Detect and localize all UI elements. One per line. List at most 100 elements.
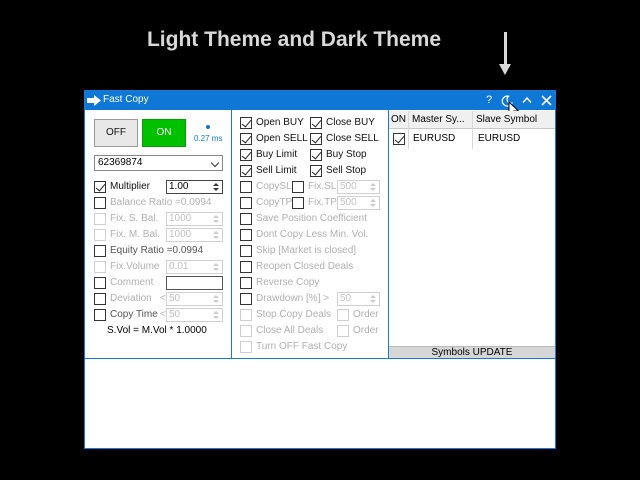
help-button[interactable]: ? xyxy=(481,93,497,108)
buy-limit-checkbox[interactable] xyxy=(240,149,252,161)
arrow-head xyxy=(499,64,511,75)
latency-readout: 0.27 ms xyxy=(194,134,223,143)
close-sell-checkbox[interactable] xyxy=(310,133,322,145)
spinner-arrows-icon[interactable] xyxy=(370,199,377,208)
sell-stop-checkbox[interactable] xyxy=(310,165,322,177)
drawdown-label: Drawdown [%] > xyxy=(256,293,330,304)
fix-sl-checkbox[interactable] xyxy=(292,181,304,193)
reverse-copy-label: Reverse Copy xyxy=(256,277,320,288)
buy-stop-checkbox[interactable] xyxy=(310,149,322,161)
comment-label: Comment xyxy=(110,277,154,288)
spinner-arrows-icon[interactable] xyxy=(213,231,220,240)
drawdown-checkbox[interactable] xyxy=(240,293,252,305)
comment-input[interactable] xyxy=(166,276,223,290)
multiplier-value: 1.00 xyxy=(169,181,189,192)
spinner-arrows-icon[interactable] xyxy=(213,183,220,192)
spinner-arrows-icon[interactable] xyxy=(370,183,377,192)
fix-s-bal-label: Fix. S. Bal. xyxy=(110,213,159,224)
equity-ratio-checkbox[interactable] xyxy=(94,245,106,257)
skip-market-closed-checkbox[interactable] xyxy=(240,245,252,257)
dont-copy-less-checkbox[interactable] xyxy=(240,229,252,241)
close-icon xyxy=(540,95,552,106)
copy-time-input[interactable]: 50 xyxy=(166,308,223,322)
volume-formula: S.Vol = M.Vol * 1.0000 xyxy=(107,325,207,336)
multiplier-input[interactable]: 1.00 xyxy=(166,180,223,194)
sell-limit-label: Sell Limit xyxy=(256,165,297,176)
open-sell-checkbox[interactable] xyxy=(240,133,252,145)
deviation-input[interactable]: 50 xyxy=(166,292,223,306)
fix-m-bal-label: Fix. M. Bal. xyxy=(110,229,161,240)
spinner-arrows-icon[interactable] xyxy=(213,215,220,224)
fix-tp-value: 500 xyxy=(340,197,357,208)
stop-copy-deals-label: Stop Copy Deals xyxy=(256,309,332,320)
header-on: ON xyxy=(391,114,406,125)
copy-time-checkbox[interactable] xyxy=(94,309,106,321)
symbols-update-button[interactable]: Symbols UPDATE xyxy=(389,346,555,358)
divider-right xyxy=(388,110,389,359)
fix-s-bal-checkbox[interactable] xyxy=(94,213,106,225)
copy-time-value: 50 xyxy=(169,309,181,320)
caption: Light Theme and Dark Theme xyxy=(146,28,442,51)
column-divider xyxy=(472,111,473,149)
chevron-up-icon xyxy=(522,96,532,103)
fix-sl-label: Fix.SL xyxy=(308,181,337,192)
open-buy-label: Open BUY xyxy=(256,117,304,128)
fix-s-bal-input[interactable]: 1000 xyxy=(166,212,223,226)
row-on-checkbox[interactable] xyxy=(393,133,405,145)
fix-sl-input[interactable]: 500 xyxy=(337,180,380,194)
drawdown-input[interactable]: 50 xyxy=(337,292,380,306)
turn-off-label: Turn OFF Fast Copy xyxy=(256,341,348,352)
turn-off-checkbox[interactable] xyxy=(240,341,252,353)
drawdown-value: 50 xyxy=(340,293,352,304)
copy-tp-checkbox[interactable] xyxy=(240,197,252,209)
header-slave-symbol: Slave Symbol xyxy=(476,114,538,125)
sell-limit-checkbox[interactable] xyxy=(240,165,252,177)
off-button[interactable]: OFF xyxy=(94,119,138,147)
fix-volume-checkbox[interactable] xyxy=(94,261,106,273)
spinner-arrows-icon[interactable] xyxy=(213,263,220,272)
order-checkbox-1[interactable] xyxy=(337,309,349,321)
log-area xyxy=(85,359,555,448)
close-buy-checkbox[interactable] xyxy=(310,117,322,129)
save-position-coefficient-checkbox[interactable] xyxy=(240,213,252,225)
sell-stop-label: Sell Stop xyxy=(326,165,367,176)
close-all-deals-checkbox[interactable] xyxy=(240,325,252,337)
fix-tp-input[interactable]: 500 xyxy=(337,196,380,210)
comment-checkbox[interactable] xyxy=(94,277,106,289)
multiplier-label: Multiplier xyxy=(110,181,151,192)
equity-ratio-label: Equity Ratio =0.0994 xyxy=(110,245,204,256)
copy-sl-checkbox[interactable] xyxy=(240,181,252,193)
fix-tp-checkbox[interactable] xyxy=(292,197,304,209)
multiplier-checkbox[interactable] xyxy=(94,181,106,193)
balance-ratio-label: Balance Ratio =0.0994 xyxy=(110,197,212,208)
dont-copy-less-label: Dont Copy Less Min. Vol. xyxy=(256,229,369,240)
close-button[interactable] xyxy=(538,93,554,108)
spinner-arrows-icon[interactable] xyxy=(370,295,377,304)
minimize-button[interactable] xyxy=(519,93,535,108)
stop-copy-deals-checkbox[interactable] xyxy=(240,309,252,321)
skip-market-closed-label: Skip [Market is closed] xyxy=(256,245,357,256)
open-sell-label: Open SELL xyxy=(256,133,308,144)
account-select[interactable]: 62369874 xyxy=(94,155,223,171)
on-button[interactable]: ON xyxy=(142,119,186,147)
title-bar[interactable]: Fast Copy ? xyxy=(85,91,555,110)
buy-stop-label: Buy Stop xyxy=(326,149,367,160)
reverse-copy-checkbox[interactable] xyxy=(240,277,252,289)
copy-sl-label: CopySL xyxy=(256,181,292,192)
copy-time-label: Copy Time xyxy=(110,309,158,320)
account-value: 62369874 xyxy=(98,157,143,168)
deviation-checkbox[interactable] xyxy=(94,293,106,305)
deviation-value: 50 xyxy=(169,293,181,304)
copy-time-op: < xyxy=(160,309,166,320)
fix-volume-input[interactable]: 0.01 xyxy=(166,260,223,274)
open-buy-checkbox[interactable] xyxy=(240,117,252,129)
fix-m-bal-checkbox[interactable] xyxy=(94,229,106,241)
buy-limit-label: Buy Limit xyxy=(256,149,298,160)
fix-m-bal-input[interactable]: 1000 xyxy=(166,228,223,242)
reopen-closed-checkbox[interactable] xyxy=(240,261,252,273)
spinner-arrows-icon[interactable] xyxy=(213,295,220,304)
balance-ratio-checkbox[interactable] xyxy=(94,197,106,209)
header-master-symbol: Master Sy... xyxy=(412,114,465,125)
order-checkbox-2[interactable] xyxy=(337,325,349,337)
spinner-arrows-icon[interactable] xyxy=(213,311,220,320)
